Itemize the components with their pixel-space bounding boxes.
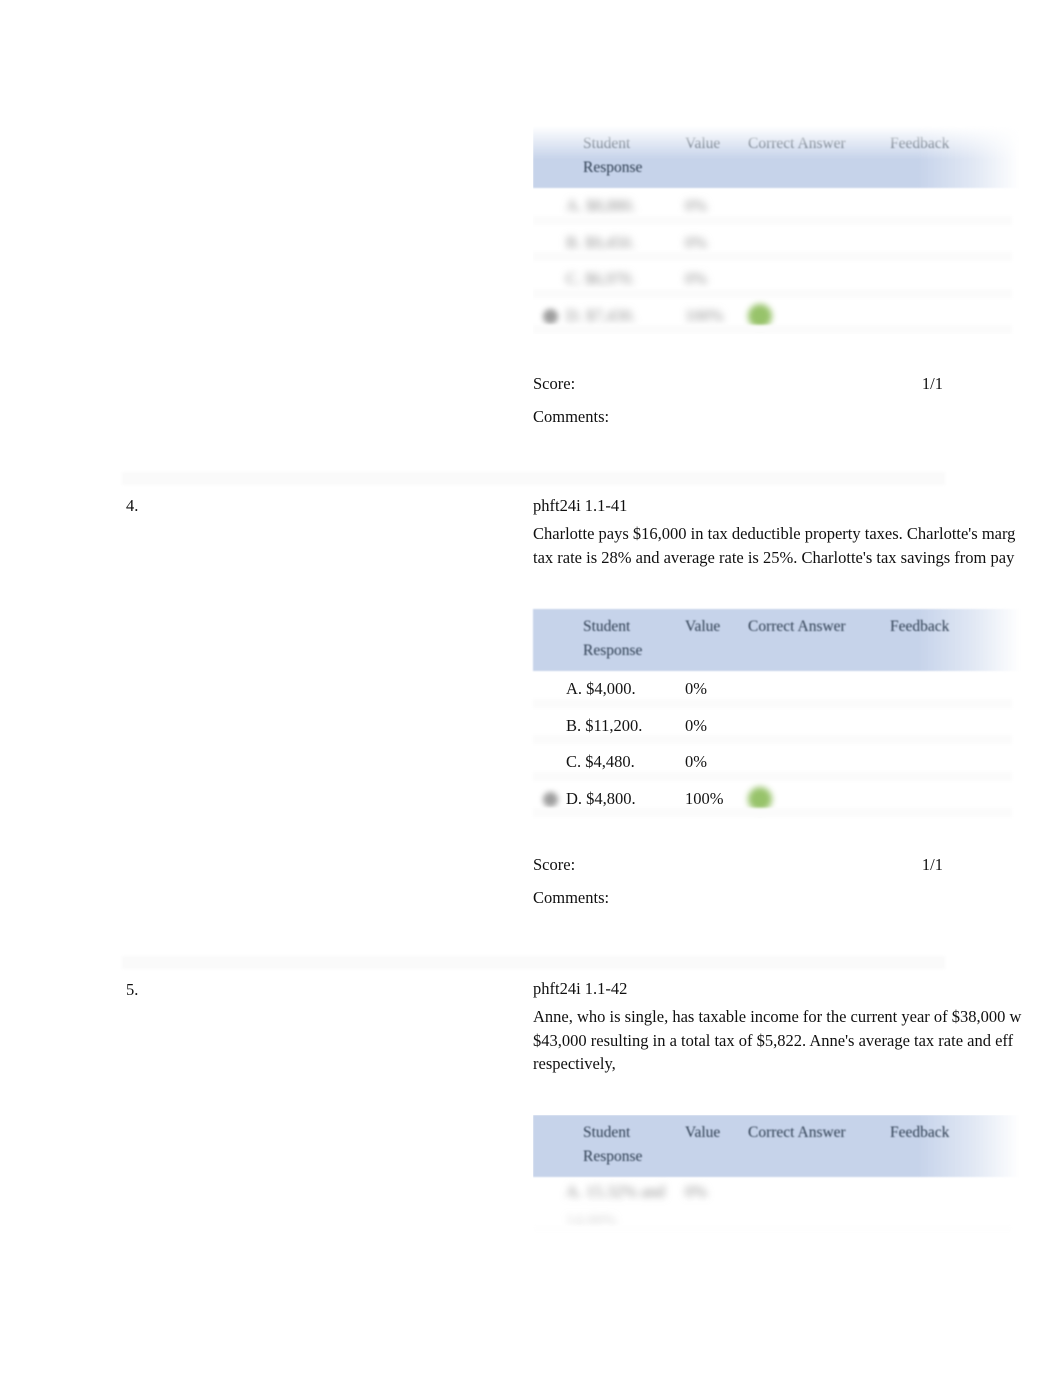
score-value: 1/1 (921, 374, 943, 393)
correct-answer-icon (748, 786, 772, 811)
correct-answer-icon (748, 303, 772, 328)
option-value: 0% (685, 232, 707, 252)
question-number: 5. (126, 980, 139, 999)
comments-label: Comments: (533, 407, 610, 426)
question-code: phft24i 1.1-42 (533, 979, 628, 998)
column-header-student-response: Student Response (583, 1121, 642, 1169)
question-body: phft24i 1.1-42 Anne, who is single, has … (533, 978, 1062, 1076)
score-label: Score: (533, 374, 576, 393)
option-label: C. $4,480. (566, 752, 635, 771)
score-label: Score: (533, 855, 576, 874)
column-header-correct-answer: Correct Answer (748, 618, 846, 635)
column-header-correct-answer: Correct Answer (748, 1124, 846, 1141)
option-label: C. $6,970. (566, 269, 635, 288)
column-header-value: Value (685, 135, 721, 152)
column-header-student-line1: Student (583, 618, 631, 635)
column-header-student-line2: Response (583, 642, 643, 659)
column-header-student-line1: Student (583, 1124, 631, 1141)
option-value: 0% (685, 752, 707, 771)
column-header-value: Value (685, 1124, 721, 1141)
column-header-student-response: Student Response (583, 132, 642, 180)
option-value: 0% (685, 1182, 707, 1201)
question-text-line: Charlotte pays $16,000 in tax deductible… (533, 524, 1016, 543)
score-line-3: Score: 1/1 (533, 373, 943, 395)
quiz-review-page: Student Response Value Correct Answer Fe… (0, 0, 1062, 1376)
selected-radio-indicator (543, 308, 558, 324)
option-label: D. $4,800. (566, 788, 636, 808)
column-header-feedback: Feedback (890, 135, 950, 152)
comments-line-3: Comments: (533, 406, 943, 428)
table-row[interactable]: A. 15.32% and 14.00% 0% (533, 1177, 1020, 1235)
option-label: A. $4,000. (566, 679, 636, 698)
selected-radio-indicator (543, 791, 558, 807)
table-row[interactable]: A. $8,880. 0% (533, 188, 1020, 225)
question-text: Anne, who is single, has taxable income … (533, 1005, 1062, 1076)
column-header-student-line1: Student (583, 135, 631, 152)
response-table-header: Student Response Value Correct Answer Fe… (533, 126, 1020, 188)
response-table-4: Student Response Value Correct Answer Fe… (533, 609, 1020, 817)
score-value: 1/1 (921, 855, 943, 874)
column-header-feedback: Feedback (890, 618, 950, 635)
option-value: 0% (685, 269, 707, 288)
table-row[interactable]: D. $4,800. 100% (533, 781, 1020, 818)
option-label: B. $9,450. (566, 232, 635, 252)
comments-label: Comments: (533, 888, 610, 907)
question-text-line: respectively, (533, 1054, 616, 1073)
table-row[interactable]: C. $6,970. 0% (533, 261, 1020, 298)
option-value: 0% (685, 679, 707, 698)
response-table-3: Student Response Value Correct Answer Fe… (533, 126, 1020, 334)
question-separator (122, 956, 945, 969)
question-text-line: tax rate is 28% and average rate is 25%.… (533, 547, 1015, 567)
comments-line-4: Comments: (533, 887, 943, 909)
table-row[interactable]: B. $11,200. 0% (533, 708, 1020, 745)
response-table-5: Student Response Value Correct Answer Fe… (533, 1115, 1020, 1235)
column-header-student-response: Student Response (583, 615, 642, 663)
option-label: A. 15.32% and 14.00% (566, 1182, 665, 1231)
option-label: A. $8,880. (566, 196, 636, 215)
table-row[interactable]: B. $9,450. 0% (533, 225, 1020, 262)
option-value: 0% (685, 715, 707, 735)
question-code: phft24i 1.1-41 (533, 496, 628, 515)
response-table-header: Student Response Value Correct Answer Fe… (533, 609, 1020, 671)
option-value: 100% (685, 305, 724, 325)
option-value: 0% (685, 196, 707, 215)
column-header-student-line2: Response (583, 1148, 643, 1165)
table-row[interactable]: A. $4,000. 0% (533, 671, 1020, 708)
question-text-line: $43,000 resulting in a total tax of $5,8… (533, 1030, 1014, 1050)
question-block-3: Student Response Value Correct Answer Fe… (0, 0, 1062, 460)
question-number: 4. (126, 496, 139, 515)
column-header-feedback: Feedback (890, 1124, 950, 1141)
response-table-header: Student Response Value Correct Answer Fe… (533, 1115, 1020, 1177)
column-header-student-line2: Response (583, 159, 643, 176)
table-row[interactable]: D. $7,430. 100% (533, 298, 1020, 335)
score-line-4: Score: 1/1 (533, 854, 943, 876)
option-label: D. $7,430. (566, 305, 636, 325)
question-text: Charlotte pays $16,000 in tax deductible… (533, 522, 1062, 569)
column-header-correct-answer: Correct Answer (748, 135, 846, 152)
option-label: B. $11,200. (566, 715, 643, 735)
table-row[interactable]: C. $4,480. 0% (533, 744, 1020, 781)
column-header-value: Value (685, 618, 721, 635)
question-separator (122, 472, 945, 485)
question-text-line: Anne, who is single, has taxable income … (533, 1007, 1022, 1026)
question-body: phft24i 1.1-41 Charlotte pays $16,000 in… (533, 495, 1062, 569)
option-value: 100% (685, 788, 724, 808)
